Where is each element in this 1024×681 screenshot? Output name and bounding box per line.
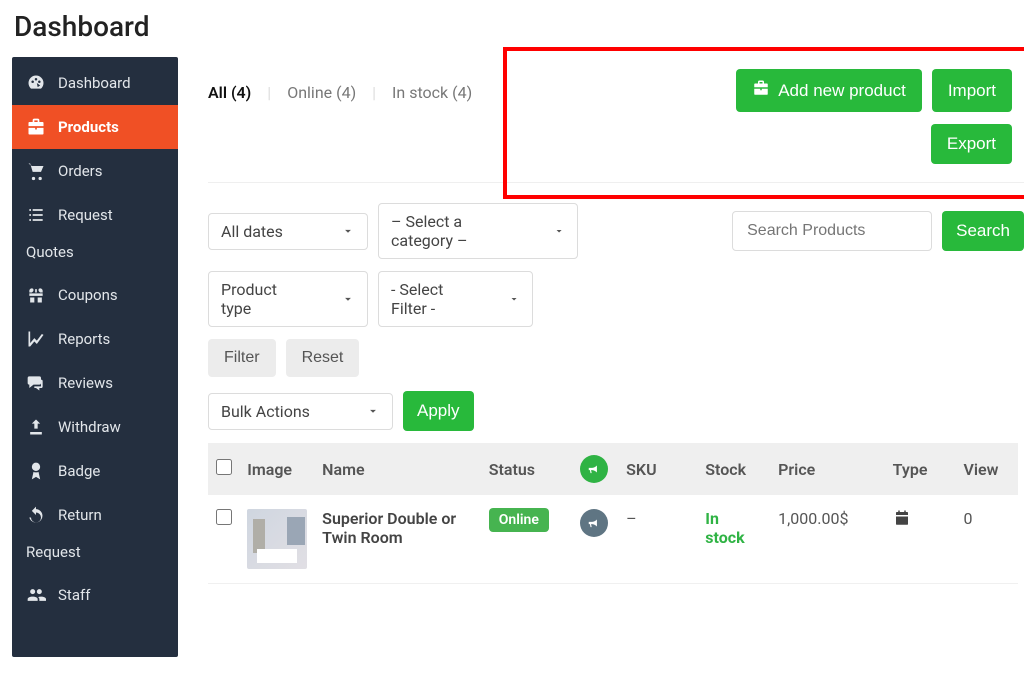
sidebar-item-withdraw[interactable]: Withdraw	[12, 405, 178, 449]
filter-button[interactable]: Filter	[208, 339, 276, 377]
comments-icon	[26, 373, 46, 393]
col-views: View	[955, 443, 1018, 495]
bulk-actions-select[interactable]: Bulk Actions	[208, 393, 393, 430]
select-all-checkbox[interactable]	[216, 459, 232, 475]
promo-toggle[interactable]	[580, 509, 608, 537]
briefcase-icon	[26, 117, 46, 137]
col-promo	[572, 443, 618, 495]
reset-button[interactable]: Reset	[286, 339, 360, 377]
chevron-down-icon	[553, 224, 565, 238]
gauge-icon	[26, 73, 46, 93]
chevron-down-icon	[341, 292, 355, 306]
sidebar-item-badge[interactable]: Badge	[12, 449, 178, 493]
col-type: Type	[885, 443, 956, 495]
page-title: Dashboard	[0, 0, 1024, 57]
search-button[interactable]: Search	[942, 211, 1024, 251]
sidebar-item-return-request[interactable]: Return Request	[12, 493, 178, 573]
award-icon	[26, 461, 46, 481]
sidebar-item-label: Coupons	[58, 286, 164, 304]
upload-icon	[26, 417, 46, 437]
sidebar-item-request-quotes[interactable]: Request Quotes	[12, 193, 178, 273]
sidebar-item-dashboard[interactable]: Dashboard	[12, 61, 178, 105]
sidebar-item-label: Quotes	[26, 243, 164, 261]
col-name: Name	[314, 443, 481, 495]
sidebar-item-staff[interactable]: Staff	[12, 573, 178, 617]
select-label: Bulk Actions	[221, 402, 310, 421]
list-icon	[26, 205, 46, 225]
sku-value: –	[618, 495, 697, 584]
product-type-select[interactable]: Product type	[208, 271, 368, 327]
tab-all[interactable]: All (4)	[208, 83, 251, 102]
select-label: – Select a category –	[391, 212, 523, 250]
all-dates-select[interactable]: All dates	[208, 213, 368, 250]
col-status: Status	[481, 443, 573, 495]
stock-value: In stock	[705, 509, 744, 547]
status-badge: Online	[489, 508, 549, 532]
col-image: Image	[239, 443, 314, 495]
sidebar-item-coupons[interactable]: Coupons	[12, 273, 178, 317]
sidebar: Dashboard Products Orders Request Quotes…	[12, 57, 178, 657]
sidebar-item-label: Products	[58, 118, 164, 136]
divider: |	[372, 83, 376, 102]
sidebar-item-label: Return	[58, 506, 164, 524]
sidebar-item-label: Dashboard	[58, 74, 164, 92]
users-icon	[26, 585, 46, 605]
products-table: Image Name Status SKU Stock Price Type V…	[208, 443, 1018, 584]
sidebar-item-label: Staff	[58, 586, 164, 604]
sidebar-item-label: Reviews	[58, 374, 164, 392]
import-button[interactable]: Import	[932, 69, 1012, 112]
divider	[208, 182, 1024, 183]
tab-online[interactable]: Online (4)	[287, 83, 356, 102]
bullhorn-icon	[580, 455, 608, 483]
sidebar-item-reports[interactable]: Reports	[12, 317, 178, 361]
select-label: All dates	[221, 222, 283, 241]
col-sku: SKU	[618, 443, 697, 495]
chevron-down-icon	[366, 404, 380, 418]
sidebar-item-label: Reports	[58, 330, 164, 348]
chevron-down-icon	[508, 292, 520, 306]
add-product-button[interactable]: Add new product	[736, 69, 922, 112]
export-button[interactable]: Export	[931, 124, 1012, 164]
undo-icon	[26, 505, 46, 525]
row-checkbox[interactable]	[216, 509, 232, 525]
briefcase-icon	[752, 79, 770, 102]
cart-icon	[26, 161, 46, 181]
chevron-down-icon	[341, 224, 355, 238]
col-price: Price	[770, 443, 885, 495]
sidebar-item-orders[interactable]: Orders	[12, 149, 178, 193]
filter-select[interactable]: - Select Filter -	[378, 271, 533, 327]
sidebar-item-label: Request	[26, 543, 164, 561]
table-row: Superior Double or Twin Room Online – In…	[208, 495, 1018, 584]
price-value: 1,000.00$	[770, 495, 885, 584]
main-content: All (4) | Online (4) | In stock (4) Add …	[178, 57, 1024, 657]
sidebar-item-label: Orders	[58, 162, 164, 180]
product-image[interactable]	[247, 509, 307, 569]
bullhorn-icon	[587, 516, 601, 530]
divider: |	[267, 83, 271, 102]
select-label: Product type	[221, 280, 311, 318]
table-header-row: Image Name Status SKU Stock Price Type V…	[208, 443, 1018, 495]
search-input[interactable]	[732, 211, 932, 251]
calendar-icon	[893, 509, 911, 527]
chart-icon	[26, 329, 46, 349]
sidebar-item-reviews[interactable]: Reviews	[12, 361, 178, 405]
views-value: 0	[955, 495, 1018, 584]
product-name[interactable]: Superior Double or Twin Room	[322, 509, 456, 547]
button-label: Add new product	[778, 81, 906, 101]
gift-icon	[26, 285, 46, 305]
category-select[interactable]: – Select a category –	[378, 203, 578, 259]
select-label: - Select Filter -	[391, 280, 478, 318]
apply-button[interactable]: Apply	[403, 391, 474, 431]
sidebar-item-products[interactable]: Products	[12, 105, 178, 149]
col-stock: Stock	[697, 443, 770, 495]
tab-instock[interactable]: In stock (4)	[392, 83, 472, 102]
sidebar-item-label: Request	[58, 206, 164, 224]
sidebar-item-label: Withdraw	[58, 418, 164, 436]
action-buttons: Add new product Import Export	[736, 69, 1012, 164]
sidebar-item-label: Badge	[58, 462, 164, 480]
